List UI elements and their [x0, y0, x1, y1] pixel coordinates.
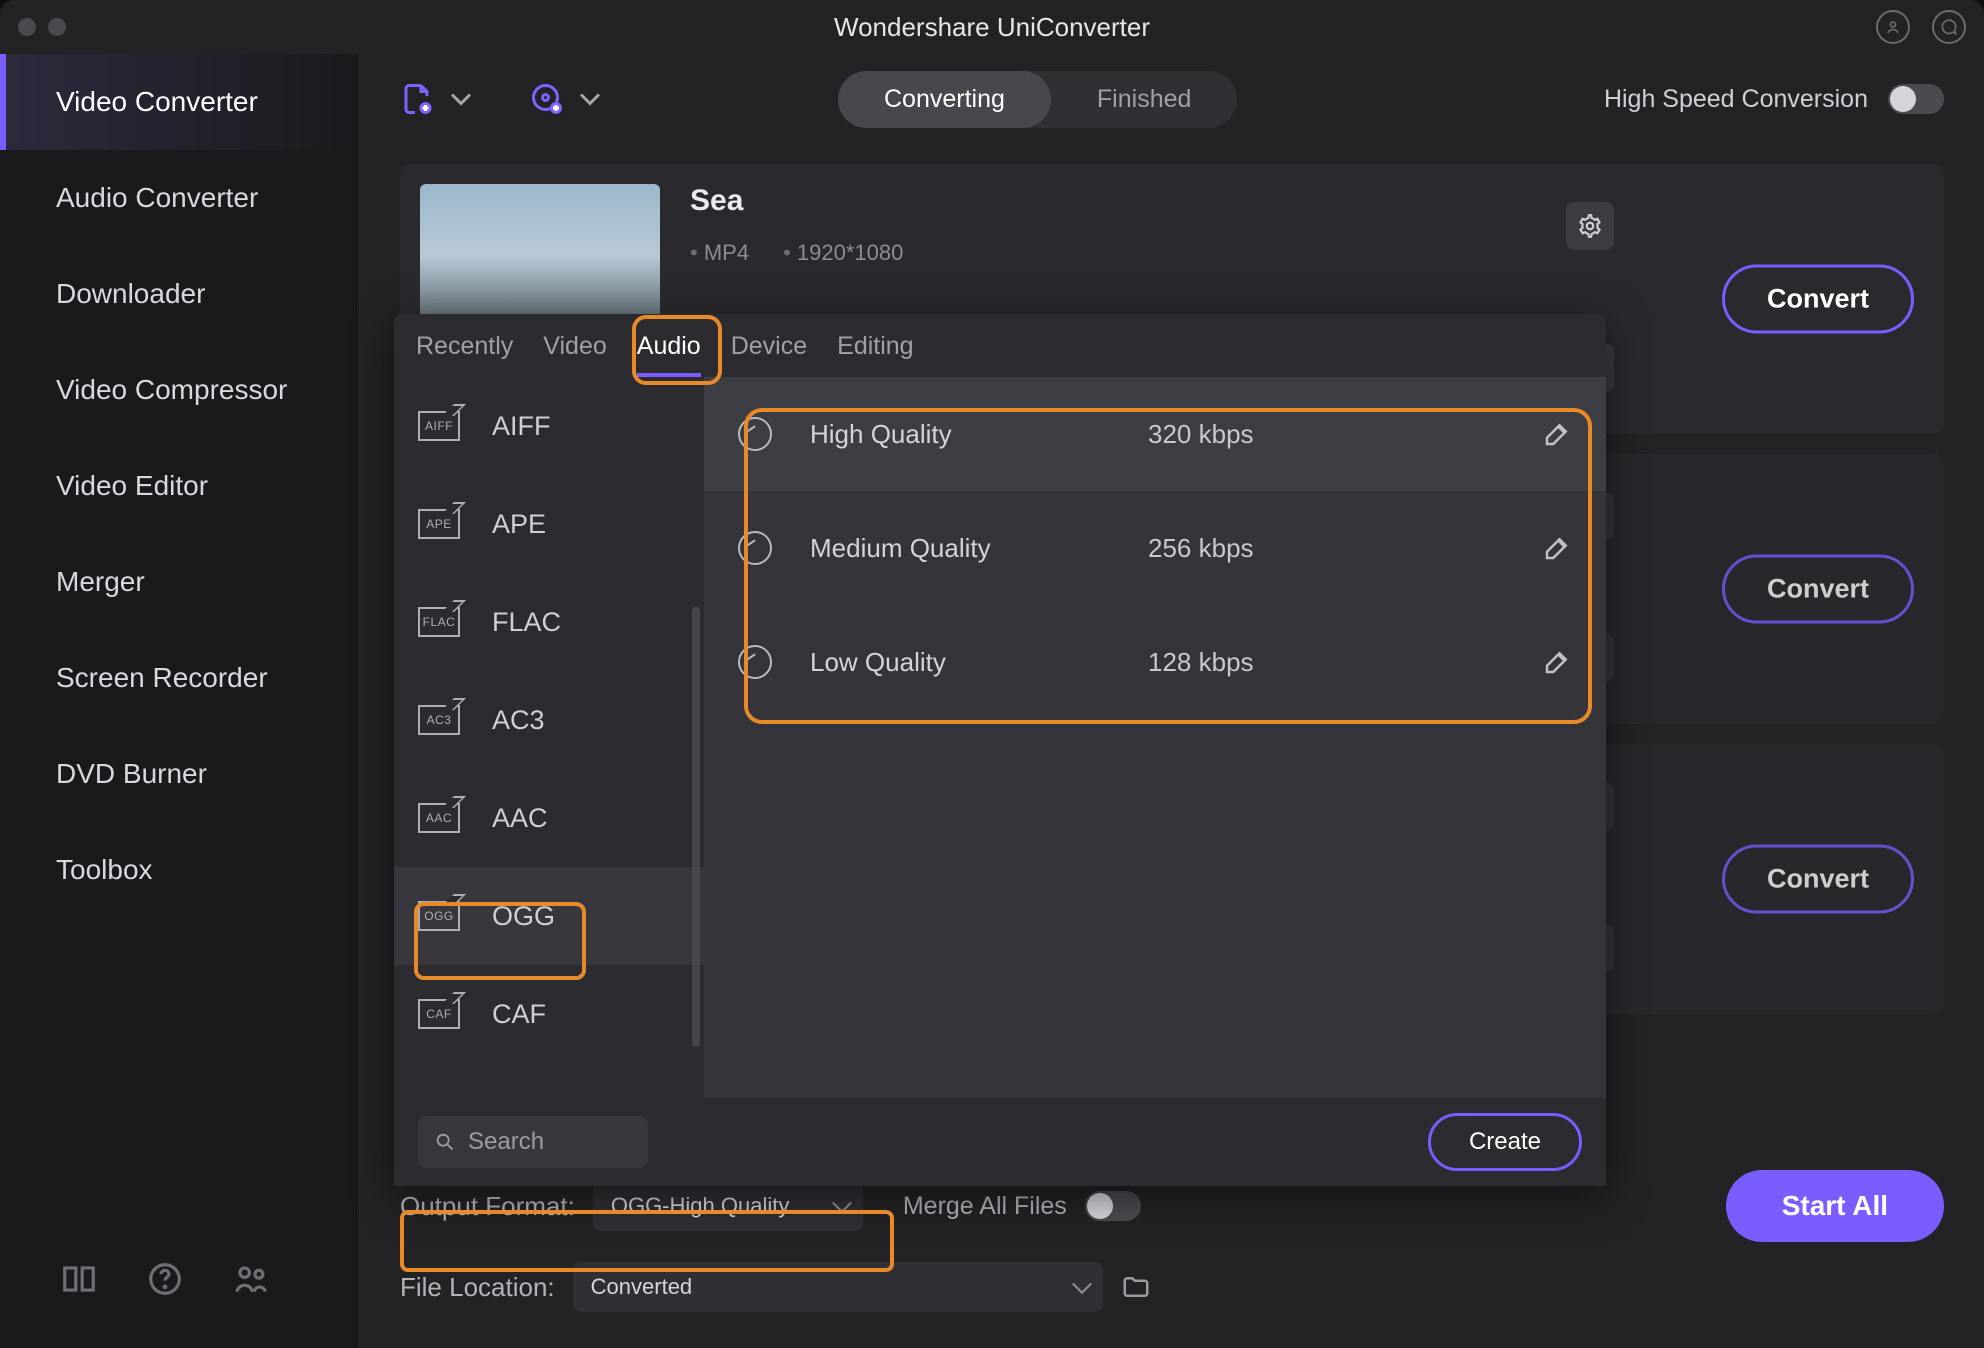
sidebar-item-label: Video Compressor	[56, 374, 287, 406]
toolbar: Converting Finished High Speed Conversio…	[360, 54, 1984, 144]
chevron-down-icon	[572, 81, 608, 117]
quality-medium[interactable]: Medium Quality 256 kbps	[704, 491, 1606, 605]
edit-icon[interactable]	[1542, 647, 1572, 677]
sidebar-item-label: DVD Burner	[56, 758, 207, 790]
feedback-icon[interactable]	[1932, 10, 1966, 44]
sidebar-item-label: Toolbox	[56, 854, 153, 886]
format-caf[interactable]: CAFCAF	[394, 965, 704, 1063]
output-format-select[interactable]: OGG-High Quality	[593, 1181, 863, 1231]
help-icon[interactable]	[146, 1260, 184, 1298]
folder-icon[interactable]	[1121, 1272, 1151, 1302]
status-tabs: Converting Finished	[838, 71, 1237, 128]
merge-toggle[interactable]	[1085, 1191, 1141, 1221]
quality-list: High Quality 320 kbps Medium Quality 256…	[704, 377, 1606, 1098]
dial-icon	[738, 417, 772, 451]
sidebar: Video Converter Audio Converter Download…	[0, 54, 360, 1348]
sidebar-item-dvd-burner[interactable]: DVD Burner	[0, 726, 359, 822]
sidebar-item-label: Audio Converter	[56, 182, 258, 214]
titlebar: Wondershare UniConverter	[0, 0, 1984, 54]
search-input[interactable]: Search	[418, 1116, 648, 1168]
edit-icon[interactable]	[1542, 533, 1572, 563]
sidebar-item-label: Merger	[56, 566, 145, 598]
popup-tab-video[interactable]: Video	[543, 332, 607, 377]
output-format-label: Output Format:	[400, 1191, 575, 1222]
format-scrollbar[interactable]	[692, 607, 700, 1047]
create-button[interactable]: Create	[1428, 1113, 1582, 1171]
search-icon	[434, 1131, 456, 1153]
format-ac3[interactable]: AC3AC3	[394, 671, 704, 769]
search-placeholder: Search	[468, 1128, 544, 1156]
file-title: Sea	[690, 184, 903, 218]
convert-button[interactable]: Convert	[1722, 555, 1914, 624]
high-speed-label: High Speed Conversion	[1604, 85, 1868, 114]
add-disc-button[interactable]	[529, 81, 608, 117]
sidebar-item-label: Video Converter	[56, 86, 258, 118]
format-flac[interactable]: FLACFLAC	[394, 573, 704, 671]
high-speed-toggle[interactable]	[1888, 84, 1944, 114]
tab-finished[interactable]: Finished	[1051, 71, 1238, 128]
sidebar-item-label: Downloader	[56, 278, 205, 310]
file-meta: MP41920*1080	[690, 240, 903, 266]
file-location-select[interactable]: Converted	[573, 1262, 1103, 1312]
community-icon[interactable]	[232, 1260, 270, 1298]
sidebar-item-label: Video Editor	[56, 470, 208, 502]
convert-button[interactable]: Convert	[1722, 265, 1914, 334]
sidebar-item-audio-converter[interactable]: Audio Converter	[0, 150, 359, 246]
settings-icon[interactable]	[1566, 202, 1614, 250]
quality-high[interactable]: High Quality 320 kbps	[704, 377, 1606, 491]
sidebar-item-toolbox[interactable]: Toolbox	[0, 822, 359, 918]
popup-tab-editing[interactable]: Editing	[837, 332, 913, 377]
convert-button[interactable]: Convert	[1722, 845, 1914, 914]
start-all-button[interactable]: Start All	[1726, 1170, 1944, 1242]
quality-low[interactable]: Low Quality 128 kbps	[704, 605, 1606, 719]
format-popup: Recently Video Audio Device Editing AIFF…	[394, 314, 1606, 1186]
add-file-button[interactable]	[400, 81, 479, 117]
format-aac[interactable]: AACAAC	[394, 769, 704, 867]
sidebar-item-merger[interactable]: Merger	[0, 534, 359, 630]
sidebar-item-video-compressor[interactable]: Video Compressor	[0, 342, 359, 438]
app-title: Wondershare UniConverter	[834, 12, 1150, 43]
dial-icon	[738, 645, 772, 679]
file-location-label: File Location:	[400, 1272, 555, 1303]
chevron-down-icon	[443, 81, 479, 117]
popup-tab-device[interactable]: Device	[731, 332, 807, 377]
close-dot[interactable]	[18, 18, 36, 36]
format-list: AIFFAIFF APEAPE FLACFLAC AC3AC3 AACAAC O…	[394, 377, 704, 1098]
manual-icon[interactable]	[60, 1260, 98, 1298]
sidebar-item-video-editor[interactable]: Video Editor	[0, 438, 359, 534]
sidebar-item-video-converter[interactable]: Video Converter	[0, 54, 359, 150]
format-aiff[interactable]: AIFFAIFF	[394, 377, 704, 475]
sidebar-item-screen-recorder[interactable]: Screen Recorder	[0, 630, 359, 726]
format-ape[interactable]: APEAPE	[394, 475, 704, 573]
tab-converting[interactable]: Converting	[838, 71, 1051, 128]
popup-tab-recently[interactable]: Recently	[416, 332, 513, 377]
sidebar-item-label: Screen Recorder	[56, 662, 268, 694]
edit-icon[interactable]	[1542, 419, 1572, 449]
format-ogg[interactable]: OGGOGG	[394, 867, 704, 965]
traffic-lights	[18, 18, 66, 36]
popup-tab-audio[interactable]: Audio	[637, 332, 701, 377]
sidebar-item-downloader[interactable]: Downloader	[0, 246, 359, 342]
merge-label: Merge All Files	[903, 1192, 1067, 1221]
dial-icon	[738, 531, 772, 565]
account-icon[interactable]	[1876, 10, 1910, 44]
app-window: Wondershare UniConverter Video Converter…	[0, 0, 1984, 1348]
min-dot[interactable]	[48, 18, 66, 36]
